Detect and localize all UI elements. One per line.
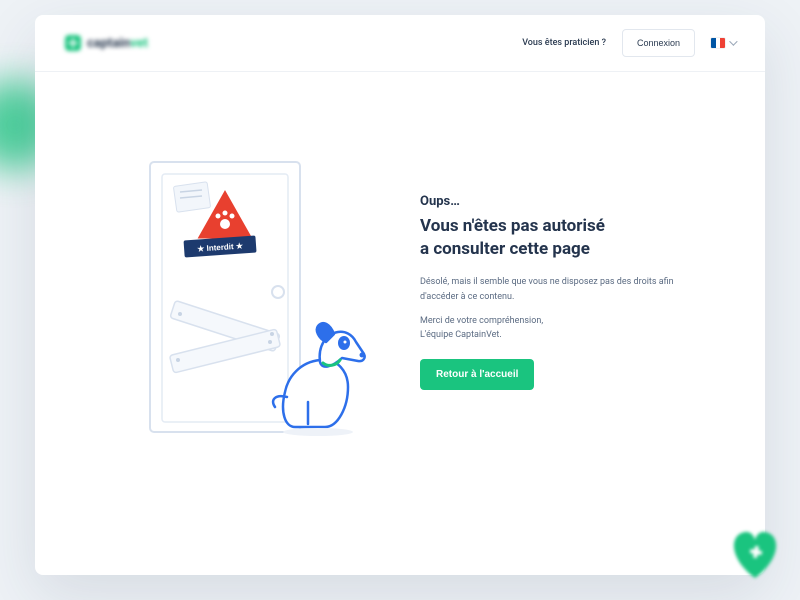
logo[interactable]: captainvet	[65, 35, 148, 51]
error-illustration: ★ Interdit ★	[120, 142, 380, 442]
thanks-text: Merci de votre compréhension, L'équipe C…	[420, 314, 680, 343]
main-content: ★ Interdit ★	[35, 72, 765, 442]
page-window: captainvet Vous êtes praticien ? Connexi…	[35, 15, 765, 575]
home-button[interactable]: Retour à l'accueil	[420, 359, 534, 390]
chevron-down-icon	[729, 37, 737, 45]
logo-mark-icon	[65, 35, 81, 51]
login-button[interactable]: Connexion	[622, 29, 695, 57]
error-description: Désolé, mais il semble que vous ne dispo…	[420, 275, 680, 304]
eyebrow-text: Oups…	[420, 194, 680, 209]
page-title: Vous n'êtes pas autorisé a consulter cet…	[420, 215, 680, 261]
header-nav: Vous êtes praticien ? Connexion	[522, 29, 735, 57]
logo-text: captainvet	[87, 36, 148, 51]
header: captainvet Vous êtes praticien ? Connexi…	[35, 15, 765, 72]
error-content: Oups… Vous n'êtes pas autorisé a consult…	[420, 194, 680, 389]
language-selector[interactable]	[711, 38, 735, 48]
flag-fr-icon	[711, 38, 725, 48]
practitioner-link[interactable]: Vous êtes praticien ?	[522, 38, 606, 48]
background-heart	[720, 520, 790, 590]
